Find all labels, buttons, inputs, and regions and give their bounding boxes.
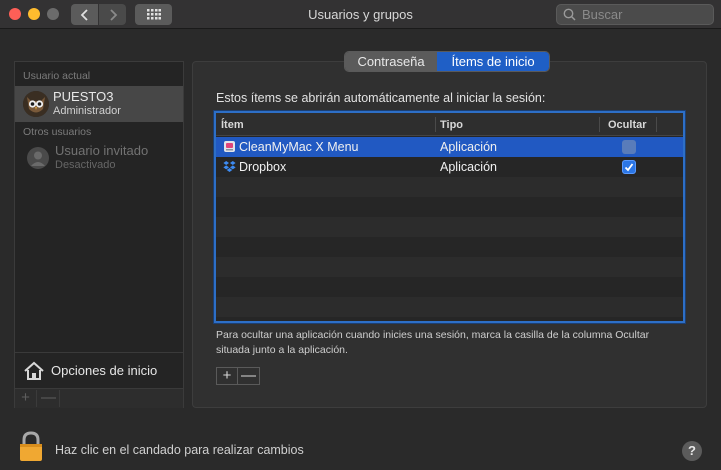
column-separator — [599, 117, 600, 132]
login-options-button[interactable]: Opciones de inicio — [15, 352, 183, 388]
hide-checkbox[interactable] — [622, 160, 636, 174]
item-add-remove-bar: + — — [216, 367, 260, 385]
empty-row — [216, 177, 683, 197]
search-input[interactable] — [582, 7, 712, 22]
table-row[interactable]: CleanMyMac X Menu Aplicación — [216, 137, 683, 157]
hide-help-note: Para ocultar una aplicación cuando inici… — [216, 329, 650, 356]
tab-login-items[interactable]: Ítems de inicio — [437, 52, 549, 71]
search-field[interactable] — [556, 4, 714, 25]
current-user-name: PUESTO3 — [53, 89, 114, 104]
table-header: Ítem Tipo Ocultar — [216, 113, 683, 136]
empty-row — [216, 217, 683, 237]
current-user-role: Administrador — [53, 105, 121, 117]
table-row[interactable]: Dropbox Aplicación — [216, 157, 683, 177]
current-user-header: Usuario actual — [23, 70, 91, 82]
empty-row — [216, 237, 683, 257]
login-items-panel: Estos ítems se abrirán automáticamente a… — [192, 61, 707, 408]
person-icon — [27, 147, 49, 169]
tab-password[interactable]: Contraseña — [345, 52, 438, 71]
lock-icon[interactable] — [18, 431, 44, 463]
item-name: CleanMyMac X Menu — [239, 140, 359, 154]
column-separator — [656, 117, 657, 132]
login-options-label: Opciones de inicio — [51, 363, 158, 378]
empty-row — [216, 277, 683, 297]
cleanmymac-icon — [224, 141, 235, 152]
user-row-current[interactable]: PUESTO3 Administrador — [15, 86, 183, 122]
owl-avatar-icon — [23, 91, 49, 117]
hide-checkbox[interactable] — [622, 140, 636, 154]
user-add-remove-bar: + — — [15, 388, 183, 408]
column-header-item[interactable]: Ítem — [221, 119, 244, 131]
add-item-button[interactable]: + — [217, 368, 238, 384]
column-separator — [435, 117, 436, 132]
login-items-table[interactable]: Ítem Tipo Ocultar CleanMyMac X Menu Apli… — [214, 111, 685, 323]
users-list-panel: Usuario actual PUESTO3 Administrador Otr… — [14, 61, 184, 408]
lock-instruction: Haz clic en el candado para realizar cam… — [55, 443, 304, 457]
item-name: Dropbox — [239, 160, 287, 174]
home-icon — [24, 361, 44, 380]
add-user-button[interactable]: + — [15, 390, 37, 407]
login-items-intro: Estos ítems se abrirán automáticamente a… — [216, 91, 546, 105]
user-row-guest[interactable]: Usuario invitado Desactivado — [15, 142, 183, 174]
empty-row — [216, 297, 683, 317]
column-header-hide[interactable]: Ocultar — [608, 119, 647, 131]
title-bar: Usuarios y grupos — [0, 0, 721, 29]
search-icon — [563, 8, 576, 21]
item-type: Aplicación — [440, 140, 497, 154]
tab-bar: Contraseña Ítems de inicio — [344, 51, 550, 72]
guest-user-name: Usuario invitado — [55, 143, 149, 158]
dropbox-icon — [223, 161, 236, 172]
help-button[interactable]: ? — [682, 441, 702, 461]
remove-item-button[interactable]: — — [238, 368, 259, 384]
column-header-type[interactable]: Tipo — [440, 119, 463, 131]
empty-row — [216, 197, 683, 217]
empty-row — [216, 257, 683, 277]
remove-user-button[interactable]: — — [38, 390, 60, 407]
checkmark-icon — [624, 163, 634, 172]
other-users-header: Otros usuarios — [23, 126, 92, 138]
item-type: Aplicación — [440, 160, 497, 174]
guest-user-status: Desactivado — [55, 159, 116, 171]
